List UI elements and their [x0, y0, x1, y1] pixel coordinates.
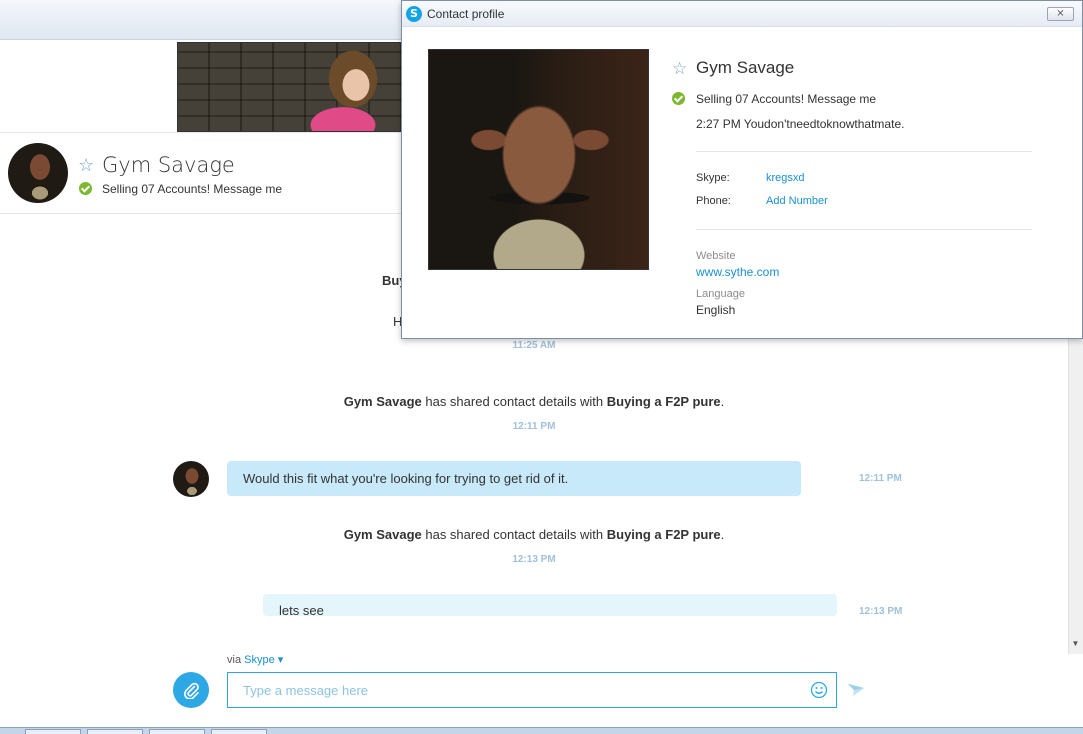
close-icon[interactable]: ⨯: [1047, 7, 1074, 21]
contact-name[interactable]: Gym Savage: [102, 153, 235, 177]
language-label: Language: [696, 288, 745, 300]
contact-mood: Selling 07 Accounts! Message me: [102, 182, 283, 196]
skype-logo-icon: S: [406, 6, 422, 22]
message-bubble: lets see: [263, 594, 837, 616]
profile-photo: [428, 49, 649, 270]
message-avatar[interactable]: [173, 461, 209, 497]
profile-last-message: 2:27 PM Youdon'tneedtoknowthatmate.: [696, 117, 905, 131]
favorite-star-icon[interactable]: ☆: [672, 59, 687, 79]
phone-label: Phone:: [696, 195, 731, 207]
send-button[interactable]: [847, 682, 865, 703]
online-status-icon: [672, 92, 685, 110]
timestamp: 11:25 AM: [512, 340, 556, 351]
message-timestamp: 12:13 PM: [859, 606, 903, 617]
system-message-sender: Gym Savage: [343, 527, 422, 542]
favorite-star-icon[interactable]: ☆: [78, 155, 94, 176]
contact-profile-window: S Contact profile ⨯ ☆ Gym Savage Selling…: [401, 0, 1083, 339]
profile-mood: Selling 07 Accounts! Message me: [696, 92, 877, 106]
compose-box[interactable]: [227, 672, 837, 708]
service-selector[interactable]: Skype ▾: [244, 654, 283, 666]
skype-label: Skype:: [696, 172, 730, 184]
profile-name: Gym Savage: [696, 58, 795, 77]
system-message-sender: Gym Savage: [343, 394, 422, 409]
timestamp: 12:13 PM: [512, 554, 556, 565]
system-message-target: Buying a F2P pure: [606, 394, 721, 409]
popup-title-bar[interactable]: S Contact profile ⨯: [402, 1, 1082, 27]
timestamp: 12:11 PM: [512, 421, 556, 432]
popup-title: Contact profile: [427, 7, 505, 21]
message-input[interactable]: [228, 673, 798, 707]
system-message: Gym Savage has shared contact details wi…: [343, 527, 725, 542]
taskbar-item[interactable]: [211, 729, 267, 734]
language-value: English: [696, 303, 736, 317]
contact-avatar[interactable]: [8, 143, 68, 203]
send-icon: [848, 684, 864, 696]
taskbar-item[interactable]: [149, 729, 205, 734]
emoji-icon: [810, 681, 828, 699]
attach-button[interactable]: [173, 672, 209, 708]
website-label: Website: [696, 250, 736, 262]
os-taskbar: [0, 727, 1083, 734]
paperclip-icon: [184, 682, 199, 699]
emoji-button[interactable]: [810, 681, 828, 704]
taskbar-item[interactable]: [87, 729, 143, 734]
message-bubble: Would this fit what you're looking for t…: [227, 461, 801, 496]
banner-ad-image[interactable]: [177, 42, 403, 132]
taskbar-item[interactable]: [25, 729, 81, 734]
divider: [696, 229, 1032, 230]
divider: [696, 151, 1032, 152]
system-message: Gym Savage has shared contact details wi…: [343, 394, 725, 409]
message-timestamp: 12:11 PM: [859, 473, 902, 484]
add-number-link[interactable]: Add Number: [766, 195, 828, 207]
via-service: via Skype ▾: [227, 654, 284, 666]
skype-name-link[interactable]: kregsxd: [766, 172, 805, 184]
online-status-icon: [79, 182, 92, 200]
chat-header: ☆ Gym Savage Selling 07 Accounts! Messag…: [0, 132, 402, 214]
website-link[interactable]: www.sythe.com: [696, 265, 779, 279]
system-message-target: Buying a F2P pure: [606, 527, 721, 542]
scroll-down-arrow-icon[interactable]: ▼: [1068, 636, 1083, 652]
